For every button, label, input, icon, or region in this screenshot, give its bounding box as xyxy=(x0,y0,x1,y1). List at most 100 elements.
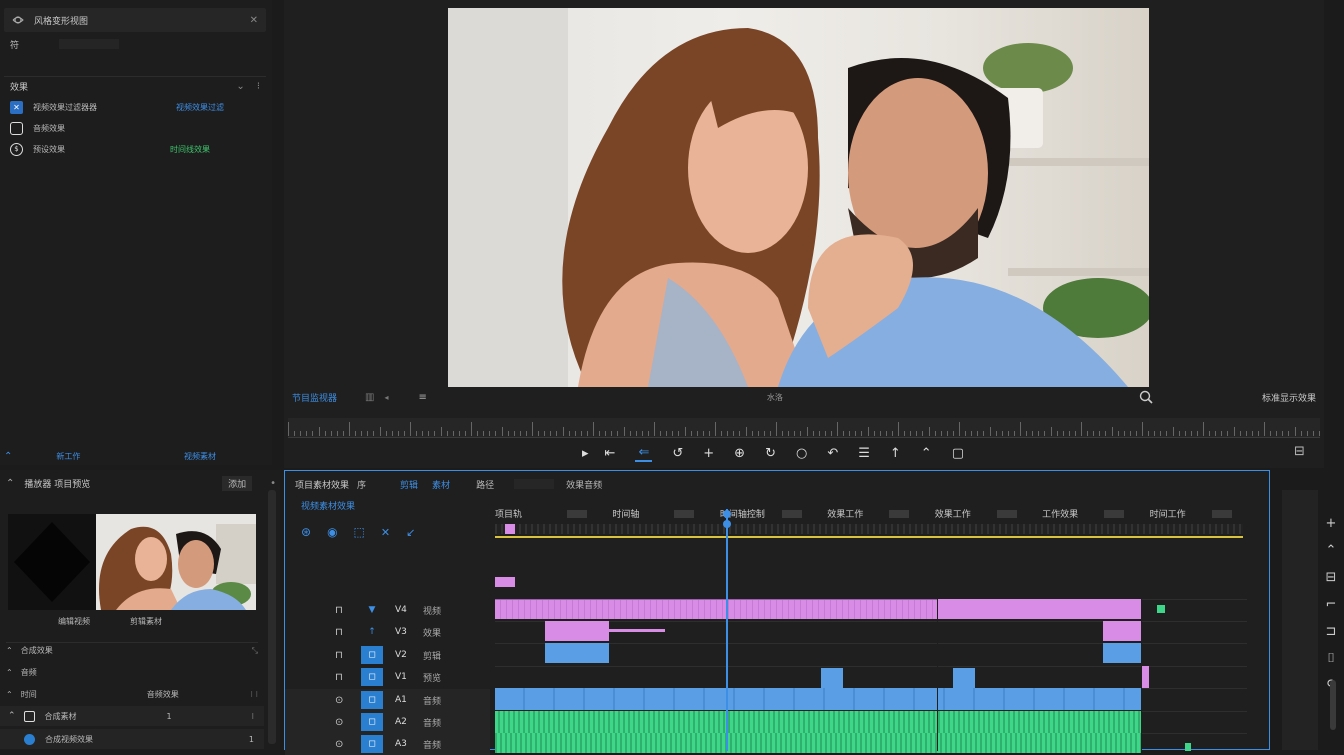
in-point-marker[interactable] xyxy=(505,524,515,534)
row-toggle-icon[interactable]: ⌃ xyxy=(6,646,13,655)
plus-icon[interactable]: + xyxy=(703,446,714,461)
magnifier-icon[interactable] xyxy=(1139,390,1153,404)
thumb-right[interactable] xyxy=(96,514,256,610)
play-icon[interactable]: ▸ xyxy=(582,446,589,461)
mark-in-icon[interactable]: ⇤ xyxy=(605,446,616,461)
search-field[interactable] xyxy=(59,39,120,49)
timeline-tab-5[interactable]: 路径 xyxy=(476,478,494,491)
blue-clip[interactable] xyxy=(1103,643,1141,663)
playhead[interactable] xyxy=(726,509,728,751)
export-frame-icon[interactable]: ⊟ xyxy=(1294,444,1305,459)
zoom-icon[interactable]: ▥ xyxy=(365,392,374,403)
link-icon[interactable]: ⤡ xyxy=(252,646,258,656)
video-clip[interactable] xyxy=(1103,621,1141,641)
header-menu-icon[interactable]: ✕ xyxy=(250,15,258,26)
track-target-toggle[interactable]: ◻ xyxy=(361,646,383,664)
source-scrollbar[interactable] xyxy=(268,490,276,744)
track-lock-icon[interactable]: ⊓ xyxy=(335,672,351,683)
settings-small-icon[interactable]: ◂ xyxy=(384,393,388,402)
track-target-toggle[interactable]: ◻ xyxy=(361,735,383,753)
row-toggle-icon[interactable]: ⌃ xyxy=(6,690,13,699)
panel-header[interactable]: 风格变形视图 ✕ xyxy=(4,8,266,32)
footer-right-label[interactable]: 视频素材 xyxy=(184,451,216,462)
footer-left-icon[interactable]: ⌃ xyxy=(4,451,12,462)
track-header-a1[interactable]: ⊙ ◻ A1 音频 xyxy=(285,689,490,711)
video-clip[interactable] xyxy=(609,629,665,632)
effect-item-preset[interactable]: $ 预设效果 时间线效果 xyxy=(10,140,260,158)
work-area-bar[interactable] xyxy=(495,536,1243,538)
monitor-ruler[interactable] xyxy=(288,418,1320,438)
time-ruler[interactable]: 项目轨 时间轴 时间轴控制 效果工作 效果工作 工作效果 时间工作 xyxy=(495,507,1247,539)
effect-item-audio[interactable]: 音频效果 xyxy=(10,119,260,137)
rotate-icon[interactable]: ↶ xyxy=(827,446,838,461)
sub-row[interactable]: 符 xyxy=(10,36,260,52)
video-clip[interactable] xyxy=(545,621,609,641)
plus-icon[interactable]: + xyxy=(1326,516,1337,531)
wrench-icon[interactable]: ✕ xyxy=(381,526,390,539)
playhead-handle[interactable] xyxy=(721,509,733,531)
video-clip[interactable] xyxy=(495,577,515,587)
caption-icon[interactable]: ↙ xyxy=(406,526,415,539)
track-header-v2[interactable]: ⊓ ◻ V2 剪辑 xyxy=(285,644,490,666)
source-tab-right[interactable]: 添加 xyxy=(222,475,253,491)
snap-icon[interactable]: ⊛ xyxy=(301,525,311,539)
blue-clip[interactable] xyxy=(953,668,975,688)
timeline-tab-2[interactable]: 序 xyxy=(357,478,366,491)
source-row-1[interactable]: ⌃ 合成效果 ⤡ xyxy=(6,642,258,658)
track-lock-icon[interactable]: ⊙ xyxy=(335,739,351,750)
row-toggle-icon[interactable]: ⌃ xyxy=(6,668,13,677)
track-icon[interactable]: ⊟ xyxy=(1326,570,1337,585)
timeline-tab-label[interactable]: 项目素材效果 xyxy=(295,478,349,491)
track-target-toggle[interactable]: ◻ xyxy=(361,713,383,731)
track-target-toggle[interactable]: ↑ xyxy=(361,623,383,641)
source-row-4[interactable]: ⌃ 合成素材 1 ⁝ xyxy=(0,706,264,726)
source-menu-icon[interactable]: • xyxy=(270,478,276,489)
tool-scrollbar[interactable] xyxy=(1330,680,1336,730)
track-lock-icon[interactable]: ⊓ xyxy=(335,650,351,661)
track-lock-icon[interactable]: ⊙ xyxy=(335,695,351,706)
linked-icon[interactable]: ◉ xyxy=(327,525,337,539)
tracks-area[interactable] xyxy=(495,571,1247,753)
marker-add-icon[interactable]: ⬚ xyxy=(354,525,365,539)
video-clip[interactable] xyxy=(1141,668,1149,688)
track-header-v1[interactable]: ⊓ ◻ V1 预览 xyxy=(285,666,490,688)
audio-clip[interactable] xyxy=(495,711,1141,733)
track-header-a3[interactable]: ⊙ ◻ A3 音频 xyxy=(285,733,490,755)
video-clip[interactable] xyxy=(937,599,1141,619)
end-marker[interactable] xyxy=(1157,605,1165,613)
row-eye-icon[interactable]: ⌃ xyxy=(8,711,16,721)
extract-icon[interactable]: ☰ xyxy=(858,446,870,461)
lift-icon[interactable]: ⊕ xyxy=(734,446,745,461)
source-row-3[interactable]: ⌃ 时间 音频效果 ⁝ ⁝ xyxy=(6,686,258,702)
slip-icon[interactable]: ⌷ xyxy=(1327,651,1335,666)
chevron-up-icon[interactable]: ⌃ xyxy=(1326,543,1337,558)
frame-icon[interactable]: ▢ xyxy=(952,446,964,461)
chevron-down-icon[interactable]: ⌄ xyxy=(236,81,244,92)
up-icon[interactable]: ⌃ xyxy=(921,446,932,461)
blue-clip[interactable] xyxy=(495,688,1141,710)
video-frame[interactable] xyxy=(448,8,1149,387)
track-header-v3[interactable]: ⊓ ↑ V3 效果 xyxy=(285,621,490,643)
loop-icon[interactable]: ↺ xyxy=(672,446,683,461)
blue-clip[interactable] xyxy=(821,668,843,688)
track-header-v4[interactable]: ⊓ ▼ V4 视频 xyxy=(285,599,490,621)
panel-menu-icon[interactable]: ⁝ xyxy=(257,81,260,92)
track-lock-icon[interactable]: ⊓ xyxy=(335,627,351,638)
footer-left-label[interactable]: 新工作 xyxy=(56,451,80,462)
blue-clip[interactable] xyxy=(545,643,609,663)
track-target-toggle[interactable]: ◻ xyxy=(361,691,383,709)
timeline-tab-4[interactable]: 素材 xyxy=(432,478,450,491)
mark-icon[interactable]: ↑ xyxy=(890,446,901,461)
track-target-toggle[interactable]: ▼ xyxy=(361,601,383,619)
track-header-a2[interactable]: ⊙ ◻ A2 音频 xyxy=(285,711,490,733)
expand-icon[interactable]: ⌃ xyxy=(6,478,14,489)
source-header[interactable]: ⌃ 播放器 项目预览 添加 • xyxy=(6,474,276,492)
track-lock-icon[interactable]: ⊙ xyxy=(335,717,351,728)
insert-icon[interactable]: ↻ xyxy=(765,446,776,461)
menu-lines-icon[interactable]: ≡ xyxy=(418,392,426,403)
track-target-toggle[interactable]: ◻ xyxy=(361,668,383,686)
razor-icon[interactable]: ⌐ xyxy=(1326,597,1337,612)
source-row-5[interactable]: 合成视频效果 1 xyxy=(0,729,264,749)
effect-item-video[interactable]: ✕ 视频效果过滤器器 视频效果过滤 xyxy=(10,98,260,116)
thumb-left[interactable] xyxy=(8,514,96,610)
